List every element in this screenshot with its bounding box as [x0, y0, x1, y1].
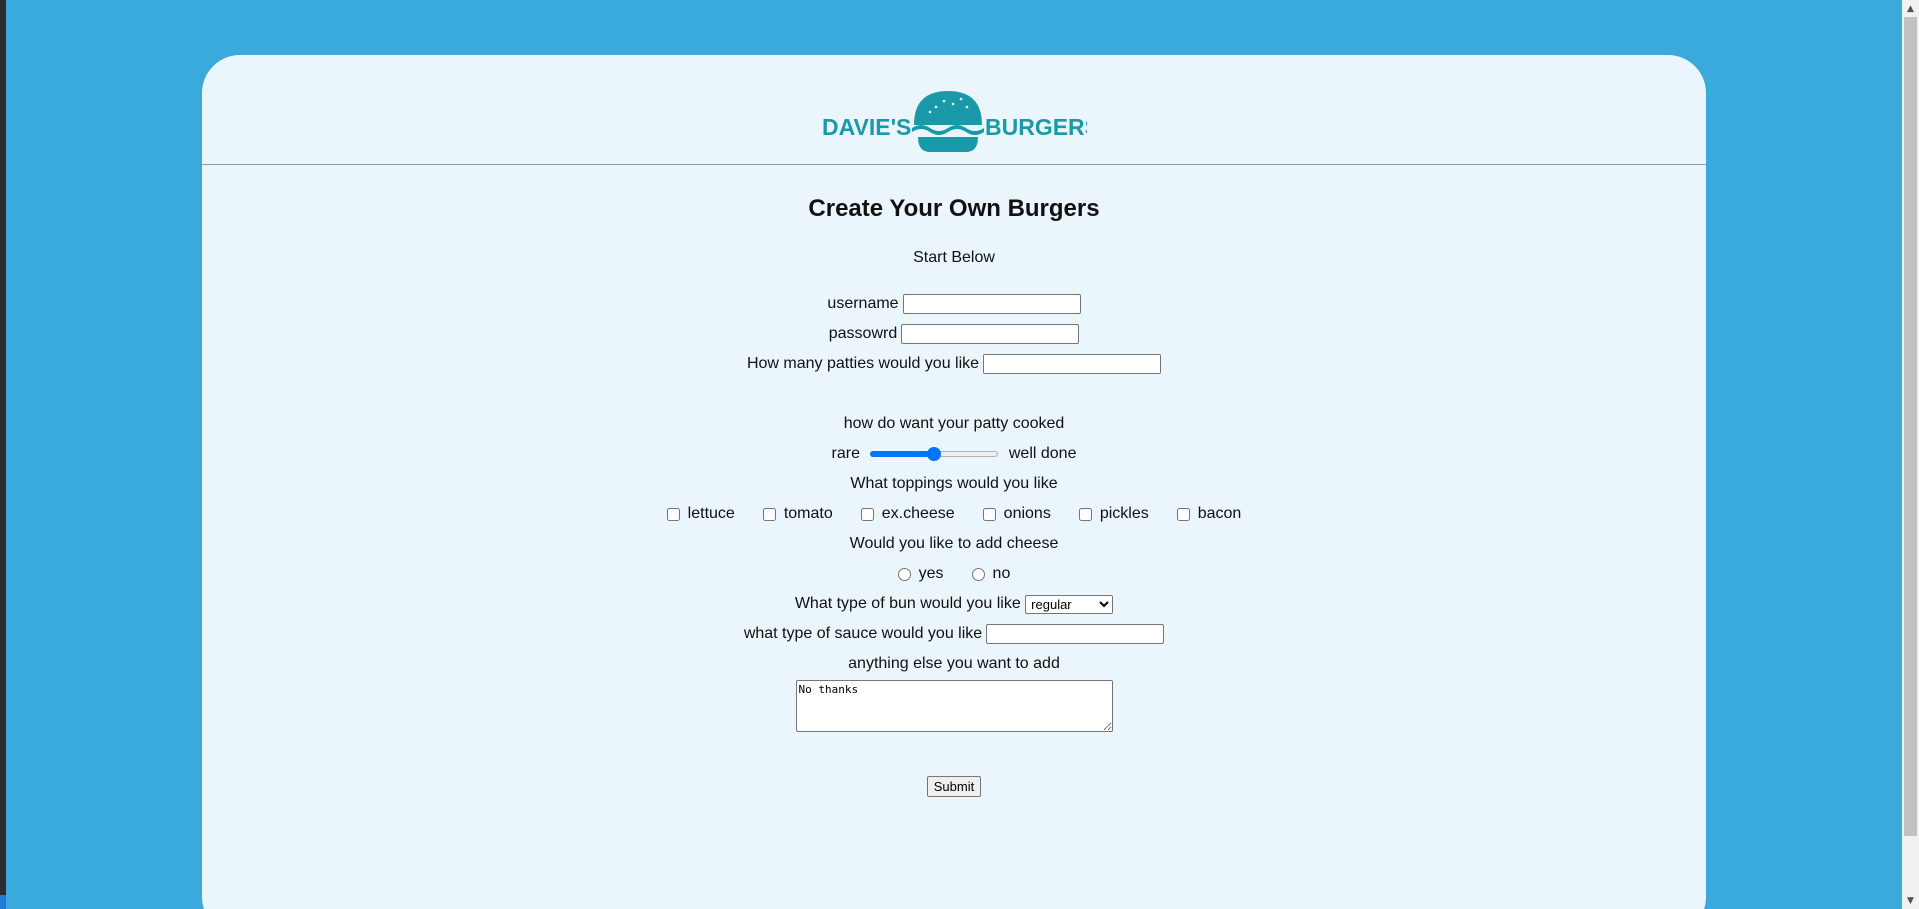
subtitle: Start Below [913, 249, 995, 266]
topping-option[interactable]: lettuce [666, 504, 735, 524]
cheese-no-label: no [992, 565, 1011, 582]
topping-checkbox-ex-cheese[interactable] [860, 507, 874, 521]
subtitle-row: Start Below [202, 248, 1706, 268]
topping-label: bacon [1197, 505, 1242, 522]
cheese-option-no[interactable]: no [971, 564, 1011, 584]
sauce-row: what type of sauce would you like [202, 624, 1706, 644]
scrollbar-thumb[interactable] [1904, 17, 1917, 836]
page-scrollbar[interactable]: ▲ ▼ [1902, 0, 1919, 909]
page-title: Create Your Own Burgers [808, 195, 1100, 222]
toppings-label: What toppings would you like [850, 475, 1058, 492]
cook-label: how do want your patty cooked [843, 415, 1065, 432]
burger-icon [912, 91, 984, 152]
patties-input[interactable] [983, 354, 1162, 374]
topping-label: lettuce [687, 505, 735, 522]
topping-checkbox-onions[interactable] [982, 507, 996, 521]
username-input[interactable] [902, 294, 1081, 314]
submit-row: Submit [202, 776, 1706, 797]
slider-thumb[interactable] [927, 447, 942, 461]
username-row: username [202, 294, 1706, 314]
bun-select[interactable]: regular [1025, 594, 1114, 614]
toppings-row: lettuce tomato ex.cheese onions pickles bacon [202, 504, 1706, 524]
cheese-yes-label: yes [918, 565, 944, 582]
header: DAVIE'S BURGERS [202, 55, 1706, 165]
topping-checkbox-lettuce[interactable] [666, 507, 680, 521]
slider-fill [870, 451, 935, 457]
patties-row: How many patties would you like [202, 354, 1706, 374]
cook-label-row: how do want your patty cooked [202, 414, 1706, 434]
taskbar-fragment [0, 895, 6, 909]
brand-logo[interactable]: DAVIE'S BURGERS [822, 85, 1087, 153]
window-left-edge [0, 0, 6, 909]
scroll-up-icon[interactable]: ▲ [1902, 0, 1919, 17]
bun-row: What type of bun would you like regular [202, 594, 1706, 614]
toppings-label-row: What toppings would you like [202, 474, 1706, 494]
topping-checkbox-bacon[interactable] [1176, 507, 1190, 521]
cheese-yes-radio[interactable] [897, 567, 911, 581]
username-label: username [827, 295, 899, 312]
extra-textarea-row: No thanks [202, 680, 1706, 738]
password-input[interactable] [901, 324, 1080, 344]
sauce-label: what type of sauce would you like [743, 625, 983, 642]
cook-max-label: well done [1008, 445, 1077, 462]
topping-label: tomato [783, 505, 833, 522]
topping-label: ex.cheese [881, 505, 955, 522]
cheese-label: Would you like to add cheese [849, 535, 1059, 552]
cook-slider-row: rare well done [202, 444, 1706, 464]
password-label: passowrd [828, 325, 898, 342]
extra-label: anything else you want to add [848, 655, 1060, 672]
cheese-option-yes[interactable]: yes [897, 564, 944, 584]
extra-label-row: anything else you want to add [202, 654, 1706, 674]
submit-button[interactable]: Submit [926, 776, 982, 797]
brand-name-left: DAVIE'S [822, 114, 911, 140]
topping-option[interactable]: bacon [1176, 504, 1242, 524]
extra-textarea[interactable]: No thanks [795, 680, 1113, 732]
cheese-radio-row: yes no [202, 564, 1706, 584]
scroll-down-icon[interactable]: ▼ [1902, 892, 1919, 909]
cook-min-label: rare [831, 445, 860, 462]
topping-label: pickles [1099, 505, 1149, 522]
topping-checkbox-pickles[interactable] [1078, 507, 1092, 521]
main-card: DAVIE'S BURGERS Create Your Own Burgers [202, 55, 1706, 909]
password-row: passowrd [202, 324, 1706, 344]
topping-option[interactable]: pickles [1078, 504, 1149, 524]
patties-label: How many patties would you like [746, 355, 980, 372]
topping-option[interactable]: tomato [762, 504, 833, 524]
topping-label: onions [1003, 505, 1051, 522]
topping-option[interactable]: onions [982, 504, 1051, 524]
cheese-no-radio[interactable] [971, 567, 985, 581]
cheese-label-row: Would you like to add cheese [202, 534, 1706, 554]
topping-option[interactable]: ex.cheese [860, 504, 955, 524]
brand-name-right: BURGERS [985, 114, 1087, 140]
bun-label: What type of bun would you like [794, 595, 1021, 612]
topping-checkbox-tomato[interactable] [762, 507, 776, 521]
doneness-slider[interactable] [870, 446, 999, 462]
sauce-input[interactable] [986, 624, 1165, 644]
